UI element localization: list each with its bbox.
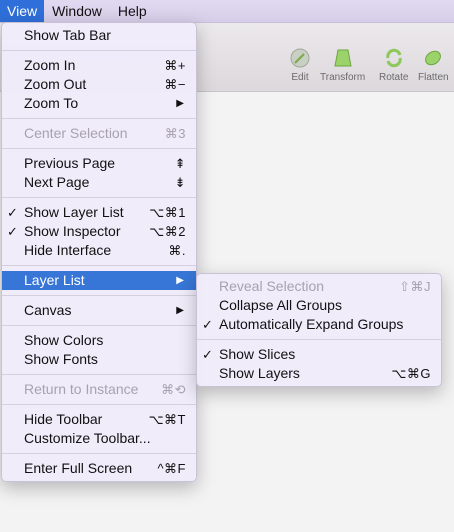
- keyboard-shortcut: ⌘.: [168, 243, 186, 258]
- menu-separator: [2, 148, 196, 149]
- menu-item-label: Hide Toolbar: [24, 411, 103, 427]
- menu-item-return-to-instance: Return to Instance ⌘⟲: [2, 380, 196, 399]
- menu-item-zoom-in[interactable]: Zoom In ⌘+: [2, 56, 196, 75]
- flatten-icon: [425, 50, 442, 66]
- checkmark-icon: ✓: [202, 317, 213, 332]
- flatten-tool[interactable]: Flatten: [418, 48, 449, 83]
- rotate-tool[interactable]: Rotate: [379, 48, 408, 83]
- checkmark-icon: ✓: [7, 224, 18, 239]
- transform-icon: [333, 49, 352, 67]
- menu-item-customize-toolbar[interactable]: Customize Toolbar...: [2, 429, 196, 448]
- menu-item-label: Zoom Out: [24, 76, 87, 92]
- checkmark-icon: ✓: [202, 347, 213, 362]
- menu-item-hide-toolbar[interactable]: Hide Toolbar ⌥⌘T: [2, 410, 196, 429]
- menubar-window[interactable]: Window: [44, 0, 110, 22]
- menu-item-label: Layer List: [24, 272, 85, 288]
- menu-separator: [2, 325, 196, 326]
- keyboard-shortcut: ⇟: [174, 175, 186, 190]
- menu-separator: [2, 50, 196, 51]
- menu-item-label: Show Layer List: [24, 204, 124, 220]
- menu-item-label: Return to Instance: [24, 381, 139, 397]
- edit-tool-label: Edit: [291, 72, 309, 83]
- menu-item-center-selection: Center Selection ⌘3: [2, 124, 196, 143]
- menu-item-show-fonts[interactable]: Show Fonts: [2, 350, 196, 369]
- menu-item-enter-full-screen[interactable]: Enter Full Screen ^⌘F: [2, 459, 196, 478]
- menu-item-next-page[interactable]: Next Page ⇟: [2, 173, 196, 192]
- menu-item-show-inspector[interactable]: ✓ Show Inspector ⌥⌘2: [2, 222, 196, 241]
- view-menu: Show Tab Bar Zoom In ⌘+ Zoom Out ⌘− Zoom To ▶ C…: [1, 22, 197, 482]
- menu-separator: [2, 295, 196, 296]
- menu-separator: [2, 404, 196, 405]
- menu-separator: [2, 118, 196, 119]
- menu-item-label: Canvas: [24, 302, 72, 318]
- keyboard-shortcut: ⌥⌘2: [149, 224, 186, 239]
- layer-list-submenu: Reveal Selection ⇧⌘J Collapse All Groups ✓ A…: [196, 273, 442, 387]
- menu-item-reveal-selection: Reveal Selection ⇧⌘J: [197, 277, 441, 296]
- menu-item-zoom-out[interactable]: Zoom Out ⌘−: [2, 75, 196, 94]
- menu-separator: [197, 339, 441, 340]
- menu-item-label: Show Fonts: [24, 351, 98, 367]
- keyboard-shortcut: ⇞: [174, 156, 186, 171]
- menu-item-label: Zoom To: [24, 95, 79, 111]
- keyboard-shortcut: ⌥⌘T: [148, 412, 186, 427]
- menu-item-label: Show Layers: [219, 365, 300, 381]
- menu-item-label: Previous Page: [24, 155, 116, 171]
- menu-item-show-tab-bar[interactable]: Show Tab Bar: [2, 26, 196, 45]
- menu-item-show-layer-list[interactable]: ✓ Show Layer List ⌥⌘1: [2, 203, 196, 222]
- submenu-arrow-icon: ▶: [176, 275, 184, 286]
- checkmark-icon: ✓: [7, 205, 18, 220]
- system-menubar: View Window Help: [0, 0, 454, 23]
- transform-tool-label: Transform: [320, 72, 366, 83]
- edit-icon: [290, 48, 310, 68]
- menu-item-collapse-all-groups[interactable]: Collapse All Groups: [197, 296, 441, 315]
- keyboard-shortcut: ⌘⟲: [161, 382, 186, 397]
- menu-item-label: Show Colors: [24, 332, 104, 348]
- rotate-icon: [386, 48, 402, 68]
- menu-separator: [2, 453, 196, 454]
- menu-item-label: Hide Interface: [24, 242, 112, 258]
- menubar-help[interactable]: Help: [110, 0, 155, 22]
- menu-item-show-layers[interactable]: Show Layers ⌥⌘G: [197, 364, 441, 383]
- menu-item-label: Show Tab Bar: [24, 27, 111, 43]
- menu-item-layer-list[interactable]: Layer List ▶: [2, 271, 196, 290]
- menu-item-previous-page[interactable]: Previous Page ⇞: [2, 154, 196, 173]
- keyboard-shortcut: ⌘+: [164, 58, 186, 73]
- menu-separator: [2, 265, 196, 266]
- menu-item-label: Center Selection: [24, 125, 128, 141]
- menu-separator: [2, 197, 196, 198]
- menu-item-label: Customize Toolbar...: [24, 430, 151, 446]
- menu-item-show-slices[interactable]: ✓ Show Slices: [197, 345, 441, 364]
- menu-item-label: Automatically Expand Groups: [219, 316, 404, 332]
- flatten-tool-label: Flatten: [418, 72, 449, 83]
- menu-item-automatically-expand-groups[interactable]: ✓ Automatically Expand Groups: [197, 315, 441, 334]
- menu-separator: [2, 374, 196, 375]
- menu-item-label: Show Slices: [219, 346, 296, 362]
- submenu-arrow-icon: ▶: [176, 98, 184, 109]
- keyboard-shortcut: ^⌘F: [157, 461, 186, 476]
- menu-item-zoom-to[interactable]: Zoom To ▶: [2, 94, 196, 113]
- rotate-tool-label: Rotate: [379, 72, 409, 83]
- menu-item-label: Show Inspector: [24, 223, 121, 239]
- menu-item-label: Enter Full Screen: [24, 460, 133, 476]
- menu-item-canvas[interactable]: Canvas ▶: [2, 301, 196, 320]
- edit-tool[interactable]: Edit: [290, 48, 310, 83]
- menu-item-hide-interface[interactable]: Hide Interface ⌘.: [2, 241, 196, 260]
- keyboard-shortcut: ⇧⌘J: [399, 279, 431, 294]
- menu-item-show-colors[interactable]: Show Colors: [2, 331, 196, 350]
- menu-item-label: Reveal Selection: [219, 278, 325, 294]
- menu-item-label: Zoom In: [24, 57, 76, 73]
- keyboard-shortcut: ⌘3: [164, 126, 186, 141]
- keyboard-shortcut: ⌘−: [164, 77, 186, 92]
- keyboard-shortcut: ⌥⌘G: [391, 366, 431, 381]
- submenu-arrow-icon: ▶: [176, 305, 184, 316]
- transform-tool[interactable]: Transform: [320, 48, 365, 83]
- menu-item-label: Collapse All Groups: [219, 297, 342, 313]
- keyboard-shortcut: ⌥⌘1: [149, 205, 186, 220]
- menu-item-label: Next Page: [24, 174, 90, 190]
- menubar-view[interactable]: View: [0, 0, 45, 22]
